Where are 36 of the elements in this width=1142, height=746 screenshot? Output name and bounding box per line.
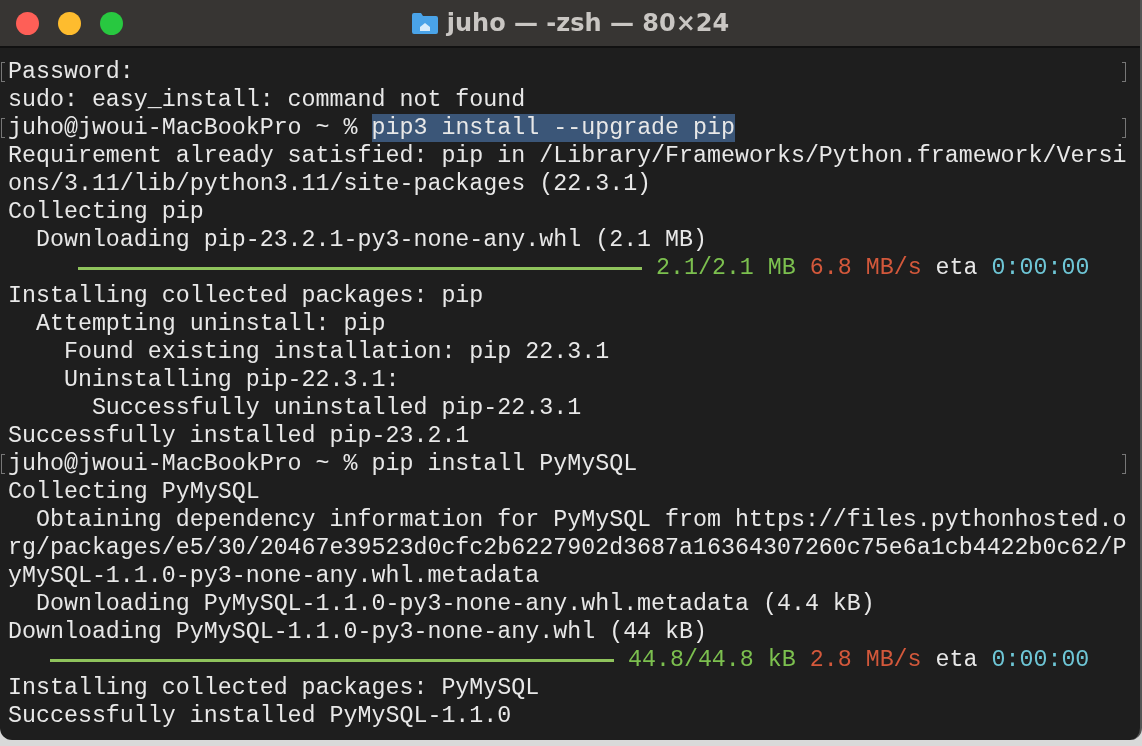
eta-label: eta [934,646,978,674]
folder-icon [410,11,439,35]
terminal-line: Obtaining dependency information for PyMySQL from https://files.pythonhosted.o [34,506,1127,534]
terminal-line: Installing collected packages: pip [8,282,484,310]
selected-text: pip3 install --upgrade pip [371,114,735,142]
download-size: 2.1/2.1 MB [654,254,796,282]
download-speed: 6.8 MB/s [808,254,922,282]
terminal-line: Requirement already satisfied: pip in /Library/Frameworks/Python.framework/Versi [8,142,1127,170]
terminal-line: Successfully installed pip-23.2.1 [8,422,470,450]
eta-label: eta [934,254,978,282]
terminal-line: yMySQL-1.1.0-py3-none-any.whl.metadata [8,562,540,590]
minimize-icon[interactable] [58,11,81,35]
terminal-line: juho@jwoui-MacBookPro ~ % pip install PyMySQL [8,450,638,478]
terminal-line: Successfully uninstalled pip-22.3.1 [90,394,582,422]
terminal-line: rg/packages/e5/30/20467e39523d0cfc2b6227902d3687a16364307260c75e6a1cb4422b0c62/P [8,534,1127,562]
terminal-line: Collecting pip [8,198,204,226]
terminal-line: Downloading pip-23.2.1-py3-none-any.whl (2.1 MB) [34,226,708,254]
terminal-line: Attempting uninstall: pip [34,310,386,338]
download-speed: 2.8 MB/s [808,646,922,674]
terminal-line: Downloading PyMySQL-1.1.0-py3-none-any.whl (44 kB) [8,618,708,646]
terminal-line: Collecting PyMySQL [8,478,260,506]
zoom-icon[interactable] [100,11,123,35]
window-title: juho — -zsh — 80×24 [446,9,730,37]
terminal-line: Successfully installed PyMySQL-1.1.0 [8,702,512,730]
eta-time: 0:00:00 [990,254,1090,282]
terminal-line: Downloading PyMySQL-1.1.0-py3-none-any.whl.metadata (4.4 kB) [34,590,875,618]
terminal-line: Uninstalling pip-22.3.1: [62,366,400,394]
close-icon[interactable] [16,11,39,35]
terminal-line: Installing collected packages: PyMySQL [8,674,540,702]
download-size: 44.8/44.8 kB [626,646,796,674]
shell-prompt: juho@jwoui-MacBookPro ~ % [8,114,359,142]
terminal-line: Password: [8,58,134,86]
eta-time: 0:00:00 [990,646,1090,674]
terminal-line: sudo: easy_install: command not found [8,86,526,114]
terminal-line: ons/3.11/lib/python3.11/site-packages (22.3.1) [8,170,652,198]
terminal-line: Found existing installation: pip 22.3.1 [62,338,610,366]
